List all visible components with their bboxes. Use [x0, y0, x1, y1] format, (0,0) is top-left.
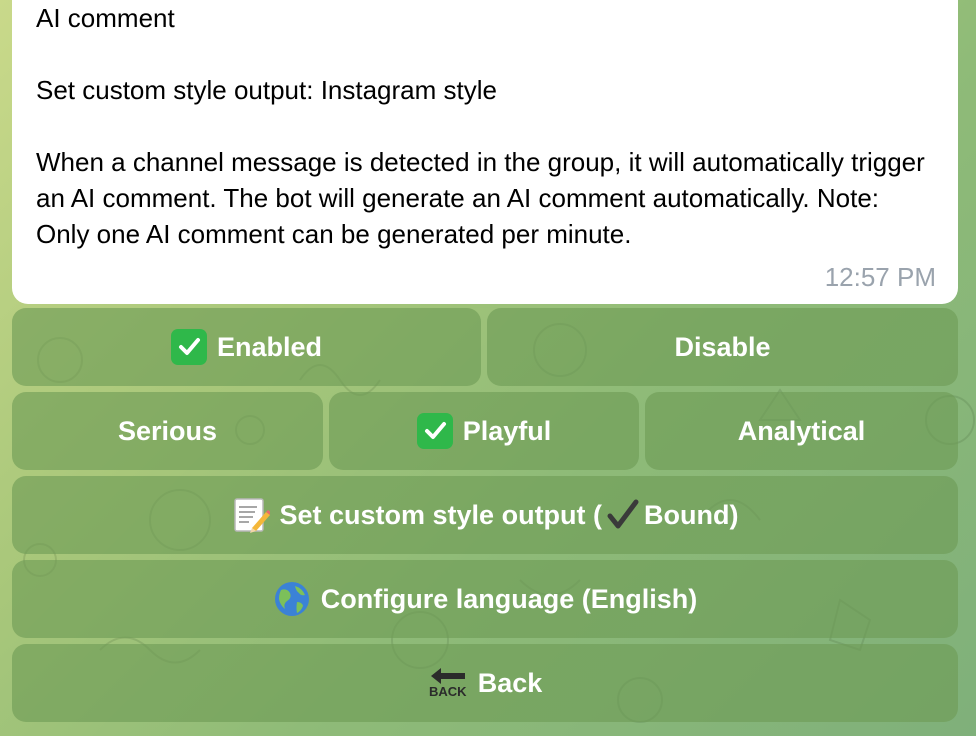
enabled-button-label: Enabled: [216, 331, 323, 362]
disable-button-label: Disable: [674, 331, 771, 362]
message-title: AI comment: [36, 3, 175, 33]
back-icon-text: BACK: [428, 684, 467, 699]
check-mark-button-icon: [170, 329, 207, 365]
configure-language-button[interactable]: Configure language (English): [12, 560, 958, 638]
configure-language-label: Configure language (English): [320, 583, 698, 614]
analytical-button[interactable]: Analytical: [645, 392, 958, 470]
message-bubble: AI comment Set custom style output: Inst…: [12, 0, 958, 304]
message-style-line: Set custom style output: Instagram style: [36, 75, 497, 105]
set-custom-style-label-after: Bound): [644, 499, 739, 530]
set-custom-style-button[interactable]: Set custom style output ( Bound): [12, 476, 958, 554]
back-button-label: Back: [477, 667, 543, 698]
check-mark-button-icon: [416, 413, 453, 449]
serious-button[interactable]: Serious: [12, 392, 323, 470]
heavy-check-icon: [606, 498, 640, 532]
serious-button-label: Serious: [117, 415, 218, 446]
message-timestamp: 12:57 PM: [824, 262, 936, 292]
chat-background: AI comment Set custom style output: Inst…: [0, 0, 976, 736]
back-button[interactable]: BACK Back: [12, 644, 958, 722]
back-arrow-icon: BACK: [428, 667, 468, 699]
analytical-button-label: Analytical: [737, 415, 866, 446]
disable-button[interactable]: Disable: [487, 308, 958, 386]
enabled-button[interactable]: Enabled: [12, 308, 481, 386]
playful-button-label: Playful: [462, 415, 552, 446]
set-custom-style-label-before: Set custom style output (: [279, 499, 603, 530]
message-description: When a channel message is detected in th…: [36, 147, 925, 249]
playful-button[interactable]: Playful: [329, 392, 639, 470]
globe-icon: [273, 580, 311, 618]
memo-icon: [232, 496, 270, 534]
